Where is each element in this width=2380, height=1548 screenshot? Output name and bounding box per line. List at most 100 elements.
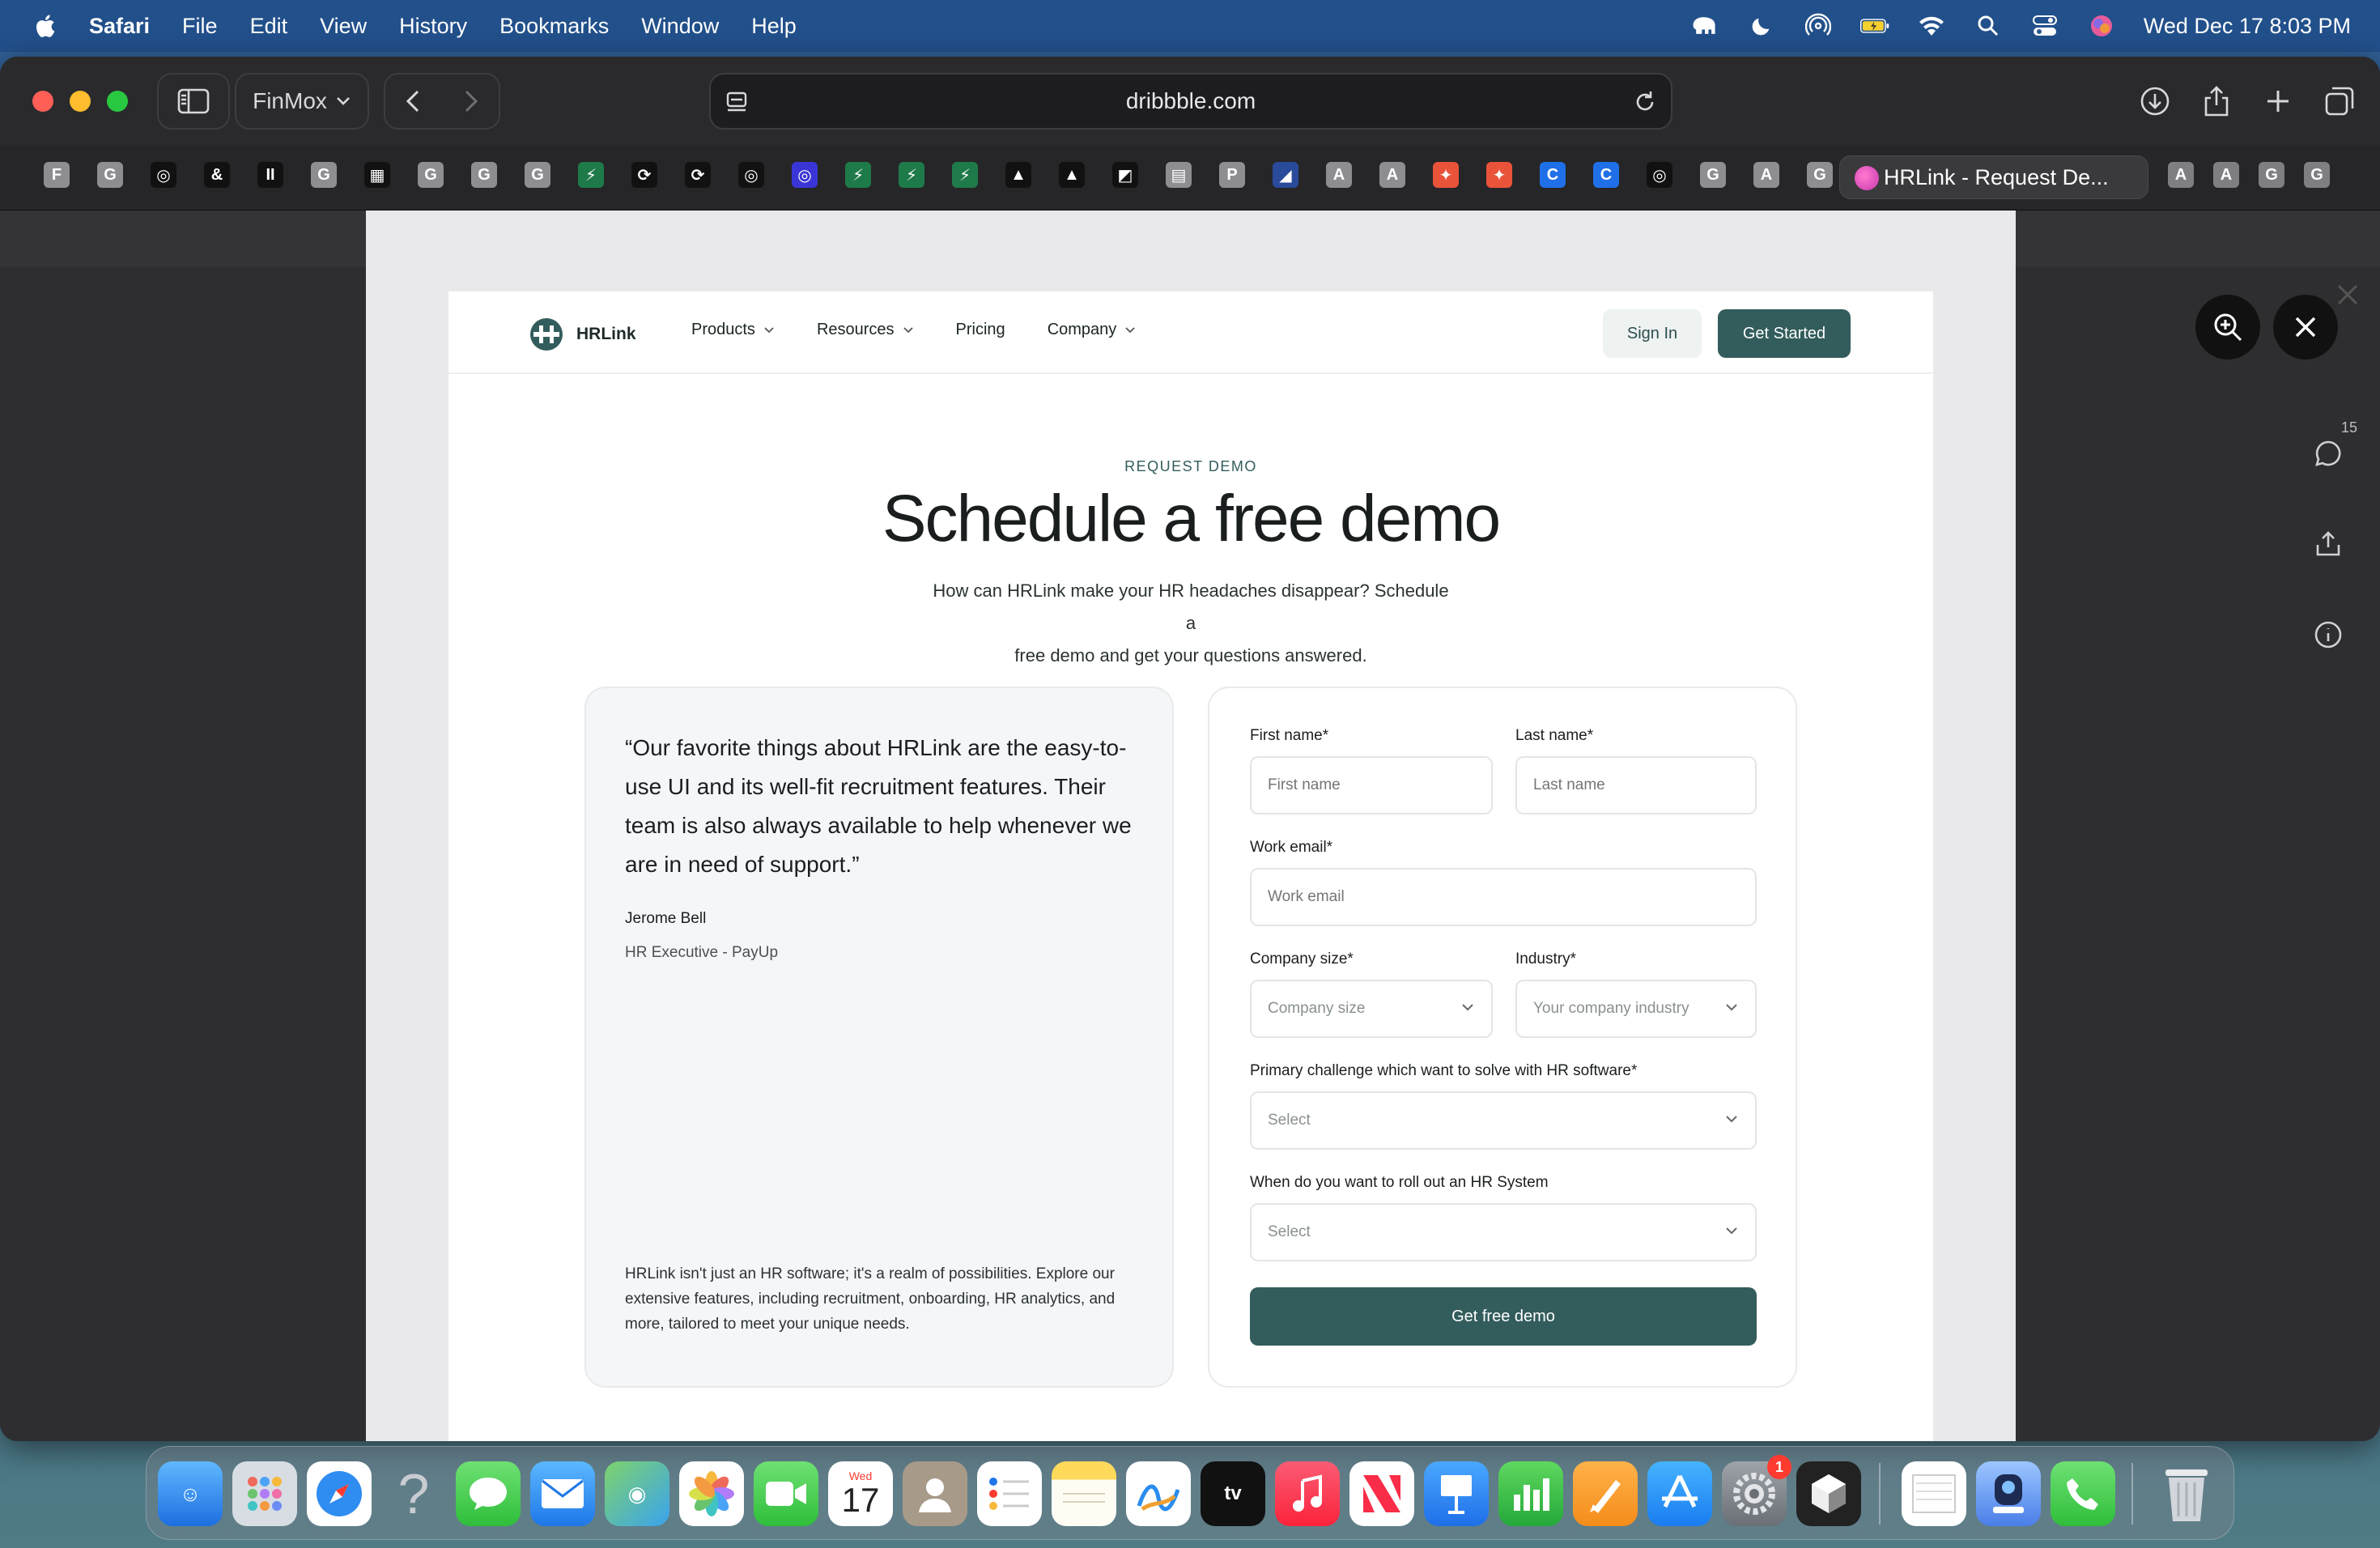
safari-icon[interactable] bbox=[307, 1461, 372, 1526]
favorite-tab-icon[interactable]: ⟳ bbox=[685, 162, 711, 188]
system-settings-icon[interactable]: 1 bbox=[1722, 1455, 1791, 1526]
menu-bookmarks[interactable]: Bookmarks bbox=[499, 14, 609, 39]
downloads-icon[interactable] bbox=[2139, 85, 2171, 117]
favorite-tab-icon[interactable]: G bbox=[2259, 162, 2284, 188]
favorite-tab-icon[interactable]: F bbox=[44, 162, 70, 188]
rollout-select[interactable]: Select bbox=[1250, 1203, 1757, 1261]
facetime-icon[interactable] bbox=[754, 1461, 818, 1526]
profile-switcher[interactable]: FinMox bbox=[235, 73, 369, 130]
menu-app-safari[interactable]: Safari bbox=[89, 14, 150, 39]
menu-file[interactable]: File bbox=[182, 14, 218, 39]
favorite-tab-icon[interactable]: G bbox=[97, 162, 123, 188]
finder-icon[interactable]: ☺ bbox=[158, 1461, 223, 1526]
favorite-tab-icon[interactable]: ◢ bbox=[1273, 162, 1298, 188]
favorite-tab-icon[interactable]: G bbox=[418, 162, 444, 188]
new-tab-icon[interactable] bbox=[2262, 85, 2294, 117]
favorite-tab-icon[interactable]: ▲ bbox=[1059, 162, 1085, 188]
screen-sharing-icon[interactable] bbox=[1976, 1461, 2041, 1526]
cube-app-icon[interactable] bbox=[1796, 1461, 1861, 1526]
freeform-icon[interactable] bbox=[1126, 1461, 1191, 1526]
company-size-select[interactable]: Company size bbox=[1250, 980, 1493, 1038]
zoom-window-button[interactable] bbox=[107, 91, 128, 112]
phone-icon[interactable] bbox=[2051, 1461, 2115, 1526]
active-tab[interactable]: HRLink - Request De... bbox=[1839, 155, 2148, 199]
sidebar-toggle-button[interactable] bbox=[157, 73, 230, 130]
favorite-tab-icon[interactable]: A bbox=[1326, 162, 1352, 188]
favorite-tab-icon[interactable]: ⚡ bbox=[899, 162, 924, 188]
info-icon[interactable] bbox=[2312, 619, 2344, 651]
nav-products[interactable]: Products bbox=[691, 321, 775, 339]
wifi-icon[interactable] bbox=[1917, 13, 1946, 39]
notes-icon[interactable] bbox=[1052, 1461, 1116, 1526]
favorite-tab-icon[interactable]: G bbox=[1807, 162, 1833, 188]
favorite-tab-icon[interactable]: ⚡ bbox=[952, 162, 978, 188]
help-icon[interactable]: ? bbox=[381, 1461, 446, 1526]
nav-resources[interactable]: Resources bbox=[817, 321, 914, 339]
get-started-button[interactable]: Get Started bbox=[1718, 309, 1851, 358]
menu-window[interactable]: Window bbox=[641, 14, 719, 39]
menu-history[interactable]: History bbox=[399, 14, 467, 39]
back-arrow-icon[interactable] bbox=[404, 89, 423, 113]
last-name-input[interactable] bbox=[1515, 756, 1757, 814]
favorite-tab-icon[interactable]: II bbox=[257, 162, 283, 188]
favorite-tab-icon[interactable]: G bbox=[1700, 162, 1726, 188]
reload-icon[interactable] bbox=[1632, 89, 1658, 115]
airdrop-icon[interactable] bbox=[1804, 13, 1833, 39]
menu-edit[interactable]: Edit bbox=[250, 14, 288, 39]
favorite-tab-icon[interactable]: & bbox=[204, 162, 230, 188]
messages-icon[interactable] bbox=[456, 1461, 521, 1526]
pages-icon[interactable] bbox=[1573, 1461, 1638, 1526]
favorite-tab-icon[interactable]: C bbox=[1593, 162, 1619, 188]
music-icon[interactable] bbox=[1275, 1461, 1340, 1526]
close-viewer-button[interactable] bbox=[2273, 295, 2338, 359]
nav-pricing[interactable]: Pricing bbox=[956, 321, 1005, 339]
battery-icon[interactable] bbox=[1859, 13, 1889, 39]
numbers-icon[interactable] bbox=[1498, 1461, 1563, 1526]
favorite-tab-icon[interactable]: ◎ bbox=[792, 162, 818, 188]
favorite-tab-icon[interactable]: A bbox=[1379, 162, 1405, 188]
close-icon[interactable] bbox=[2331, 279, 2364, 311]
favorite-tab-icon[interactable]: A bbox=[1753, 162, 1779, 188]
elephant-icon[interactable] bbox=[1690, 13, 1719, 39]
menubar-clock[interactable]: Wed Dec 17 8:03 PM bbox=[2144, 14, 2351, 39]
favorite-tab-icon[interactable]: ✦ bbox=[1433, 162, 1459, 188]
forward-arrow-icon[interactable] bbox=[461, 89, 480, 113]
news-icon[interactable] bbox=[1349, 1461, 1414, 1526]
favorite-tab-icon[interactable]: ◎ bbox=[738, 162, 764, 188]
favorite-tab-icon[interactable]: C bbox=[1540, 162, 1566, 188]
share-icon[interactable] bbox=[2200, 85, 2233, 117]
favorite-tab-icon[interactable]: ◎ bbox=[151, 162, 176, 188]
favorite-tab-icon[interactable]: ▦ bbox=[364, 162, 390, 188]
favorite-tab-icon[interactable]: ▤ bbox=[1166, 162, 1192, 188]
favorite-tab-icon[interactable]: G bbox=[525, 162, 550, 188]
app-store-icon[interactable] bbox=[1647, 1461, 1712, 1526]
apple-icon[interactable] bbox=[32, 13, 57, 39]
keynote-icon[interactable] bbox=[1424, 1461, 1489, 1526]
minimize-window-button[interactable] bbox=[70, 91, 91, 112]
document-preview-icon[interactable] bbox=[1902, 1461, 1966, 1526]
favorite-tab-icon[interactable]: ⚡ bbox=[578, 162, 604, 188]
industry-select[interactable]: Your company industry bbox=[1515, 980, 1757, 1038]
sign-in-button[interactable]: Sign In bbox=[1603, 309, 1702, 358]
page-menu-icon[interactable] bbox=[725, 91, 748, 115]
photos-icon[interactable] bbox=[679, 1461, 744, 1526]
maps-icon[interactable]: ◉ bbox=[605, 1461, 669, 1526]
moon-icon[interactable] bbox=[1747, 13, 1776, 39]
favorite-tab-icon[interactable]: ⟳ bbox=[631, 162, 657, 188]
get-free-demo-button[interactable]: Get free demo bbox=[1250, 1287, 1757, 1346]
menu-view[interactable]: View bbox=[320, 14, 367, 39]
share-shot-icon[interactable] bbox=[2312, 528, 2344, 560]
favorite-tab-icon[interactable]: A bbox=[2168, 162, 2194, 188]
work-email-input[interactable] bbox=[1250, 868, 1757, 926]
contacts-icon[interactable] bbox=[903, 1461, 967, 1526]
nav-company[interactable]: Company bbox=[1048, 321, 1137, 339]
favorite-tab-icon[interactable]: G bbox=[2304, 162, 2330, 188]
siri-icon[interactable] bbox=[2087, 13, 2116, 39]
trash-icon[interactable] bbox=[2154, 1461, 2219, 1526]
tab-overview-icon[interactable] bbox=[2323, 85, 2356, 117]
favorite-tab-icon[interactable]: ◎ bbox=[1647, 162, 1672, 188]
favorite-tab-icon[interactable]: P bbox=[1219, 162, 1245, 188]
first-name-input[interactable] bbox=[1250, 756, 1493, 814]
calendar-icon[interactable]: Wed 17 bbox=[828, 1461, 893, 1526]
comments-icon[interactable] bbox=[2312, 437, 2344, 470]
